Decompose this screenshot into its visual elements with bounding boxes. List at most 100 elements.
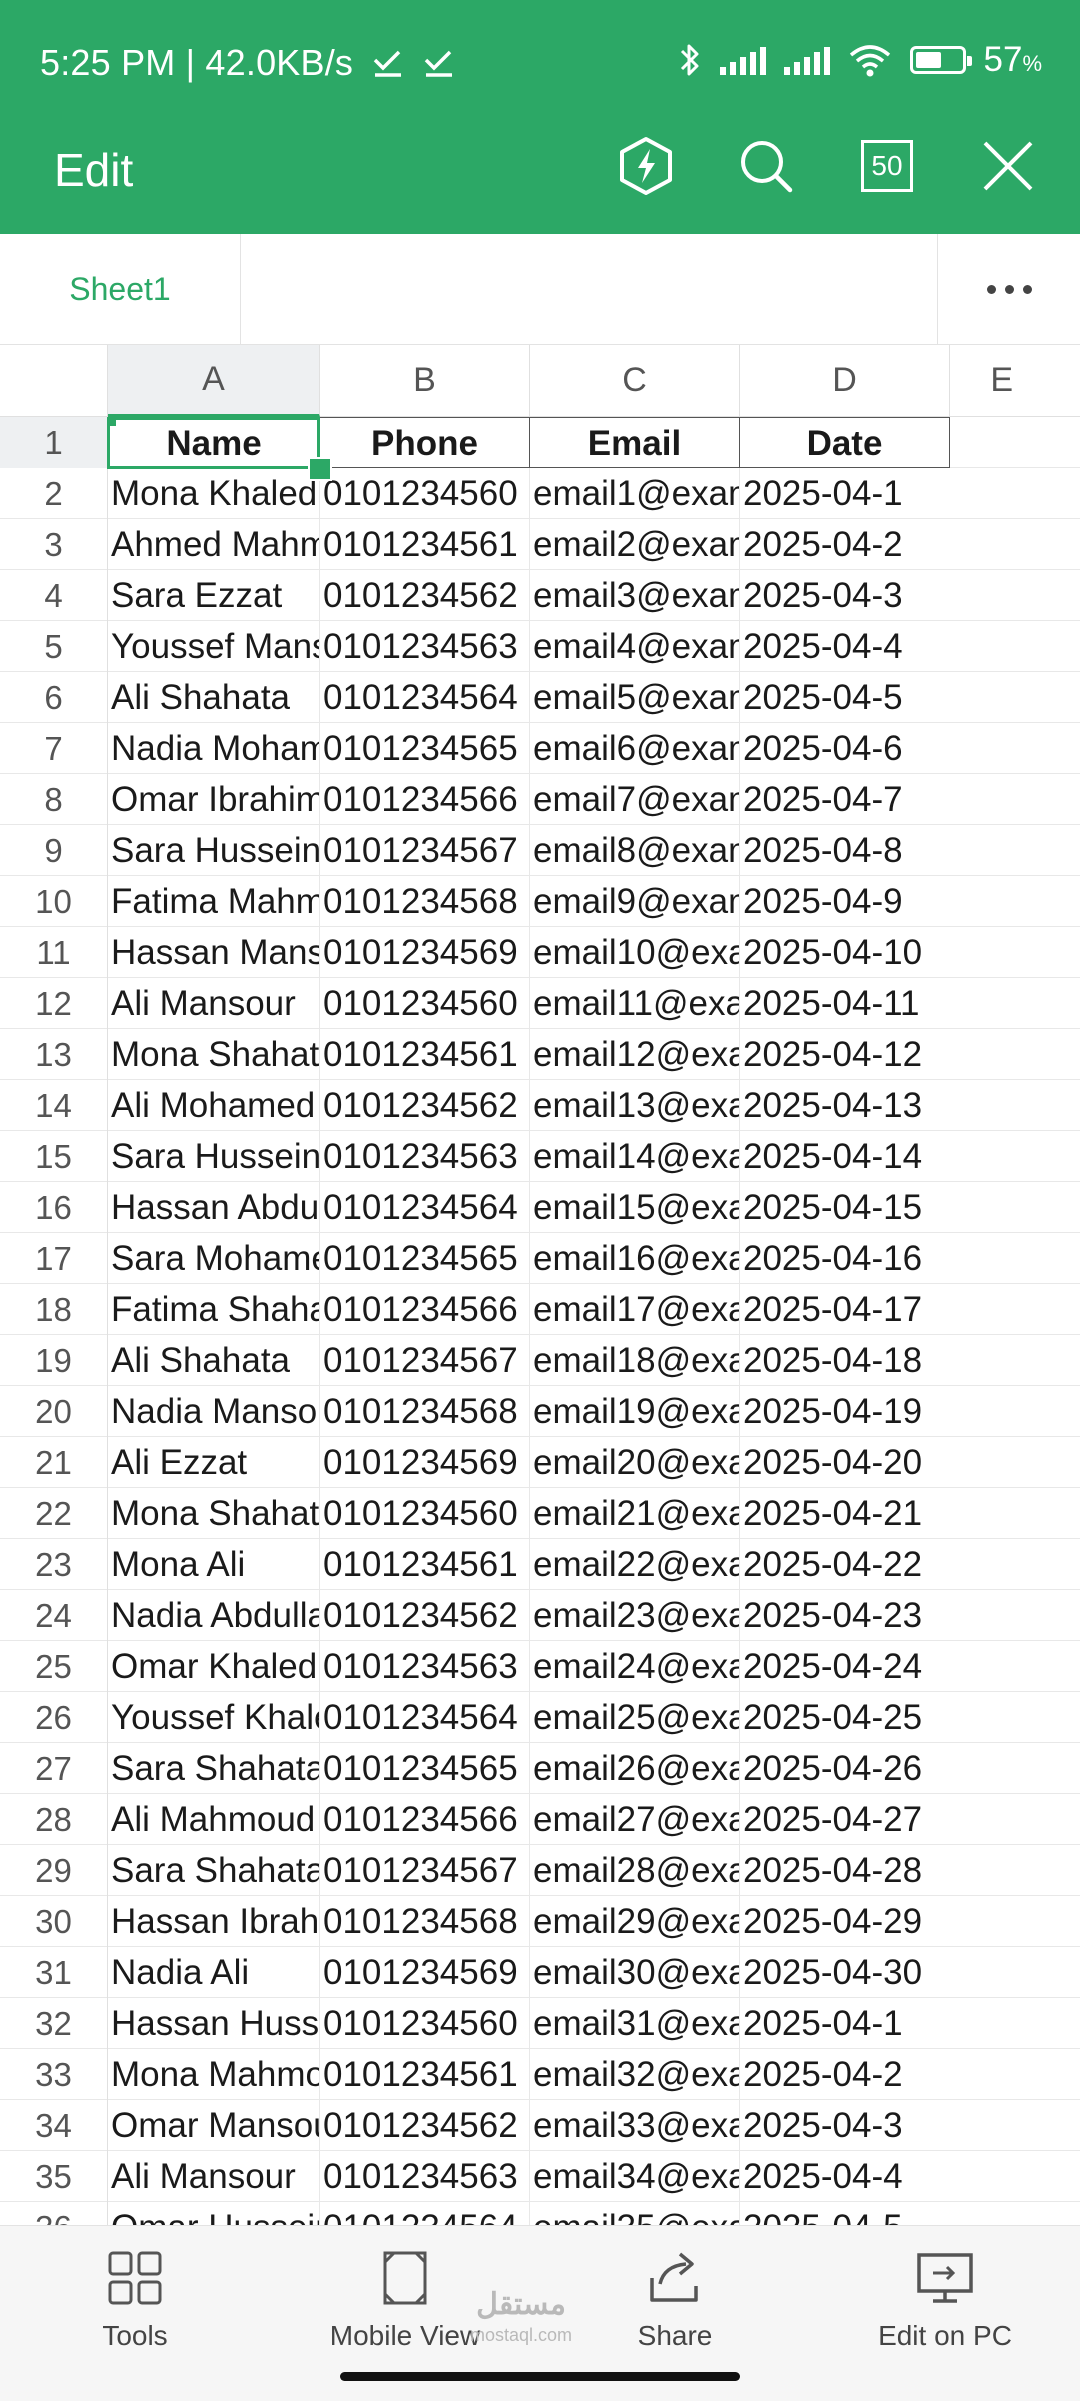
cell-name[interactable]: Omar Ibrahim [108,774,320,825]
row-number[interactable]: 24 [0,1590,108,1641]
header-cell-date[interactable]: Date [740,417,950,468]
row-number[interactable]: 21 [0,1437,108,1488]
cell-phone[interactable]: 0101234564 [320,1692,530,1743]
cell-name[interactable]: Mona Shahata [108,1029,320,1080]
cell-date[interactable]: 2025-04-13 [740,1080,950,1131]
header-cell-phone[interactable]: Phone [320,417,530,468]
cell-name[interactable]: Youssef Mansour [108,621,320,672]
spreadsheet-grid[interactable]: A B C D E 1 Name Phone Email Date 2 Mona … [0,345,1080,2225]
home-indicator[interactable] [340,2372,740,2381]
cell-name[interactable]: Nadia Ali [108,1947,320,1998]
cell-email[interactable]: email33@example.com [530,2100,740,2151]
cell-name[interactable]: Fatima Shahata [108,1284,320,1335]
cell-date[interactable]: 2025-04-26 [740,1743,950,1794]
cell-name[interactable]: Ali Mahmoud [108,1794,320,1845]
cell-phone[interactable]: 0101234563 [320,1131,530,1182]
cell-date[interactable]: 2025-04-7 [740,774,950,825]
cell-email[interactable]: email34@example.com [530,2151,740,2202]
cell-date[interactable]: 2025-04-30 [740,1947,950,1998]
cell-phone[interactable]: 0101234567 [320,1335,530,1386]
cell-name[interactable]: Ali Mohamed [108,1080,320,1131]
row-number[interactable]: 26 [0,1692,108,1743]
row-number[interactable]: 10 [0,876,108,927]
cell-date[interactable]: 2025-04-22 [740,1539,950,1590]
more-options-icon[interactable] [937,234,1080,344]
share-button[interactable]: Share [565,2246,785,2356]
cell-email[interactable]: email27@example.com [530,1794,740,1845]
cell-phone[interactable]: 0101234561 [320,1029,530,1080]
cell-name[interactable]: Hassan Abdullah [108,1182,320,1233]
cell-name[interactable]: Youssef Khaled [108,1692,320,1743]
cell-name[interactable]: Ahmed Mahmoud [108,519,320,570]
cell-email[interactable]: email32@example.com [530,2049,740,2100]
cell-phone[interactable]: 0101234563 [320,2151,530,2202]
search-icon[interactable] [730,130,802,202]
cell-phone[interactable]: 0101234569 [320,1947,530,1998]
cell-date[interactable]: 2025-04-18 [740,1335,950,1386]
row-number[interactable]: 7 [0,723,108,774]
cell-date[interactable]: 2025-04-12 [740,1029,950,1080]
row-number[interactable]: 35 [0,2151,108,2202]
header-cell-email[interactable]: Email [530,417,740,468]
row-number[interactable]: 20 [0,1386,108,1437]
cell-phone[interactable]: 0101234562 [320,1590,530,1641]
row-number[interactable]: 8 [0,774,108,825]
row-number[interactable]: 30 [0,1896,108,1947]
cell-name[interactable]: Omar Khaled [108,1641,320,1692]
cell-name[interactable]: Mona Khaled [108,468,320,519]
row-number[interactable]: 23 [0,1539,108,1590]
cell-phone[interactable]: 0101234565 [320,1743,530,1794]
row-number[interactable]: 32 [0,1998,108,2049]
cell-date[interactable]: 2025-04-5 [740,2202,950,2225]
cell-email[interactable]: email6@example.com [530,723,740,774]
cell-email[interactable]: email23@example.com [530,1590,740,1641]
cell-email[interactable]: email17@example.com [530,1284,740,1335]
row-number[interactable]: 5 [0,621,108,672]
cell-email[interactable]: email22@example.com [530,1539,740,1590]
row-number[interactable]: 17 [0,1233,108,1284]
edit-on-pc-button[interactable]: Edit on PC [835,2246,1055,2356]
cell-phone[interactable]: 0101234565 [320,723,530,774]
cell-name[interactable]: Ali Shahata [108,1335,320,1386]
row-number[interactable]: 25 [0,1641,108,1692]
cell-name[interactable]: Nadia Abdullah [108,1590,320,1641]
cell-phone[interactable]: 0101234560 [320,468,530,519]
cell-email[interactable]: email18@example.com [530,1335,740,1386]
cell-email[interactable]: email14@example.com [530,1131,740,1182]
cell-phone[interactable]: 0101234566 [320,1794,530,1845]
cell-email[interactable]: email29@example.com [530,1896,740,1947]
selection-fill-handle[interactable] [308,457,332,481]
cell-date[interactable]: 2025-04-15 [740,1182,950,1233]
row-number[interactable]: 6 [0,672,108,723]
row-number[interactable]: 14 [0,1080,108,1131]
cell-phone[interactable]: 0101234561 [320,2049,530,2100]
cell-phone[interactable]: 0101234564 [320,672,530,723]
cell-phone[interactable]: 0101234567 [320,1845,530,1896]
cell-date[interactable]: 2025-04-24 [740,1641,950,1692]
cell-email[interactable]: email31@example.com [530,1998,740,2049]
cell-email[interactable]: email25@example.com [530,1692,740,1743]
cell-name[interactable]: Sara Hussein [108,1131,320,1182]
cell-date[interactable]: 2025-04-19 [740,1386,950,1437]
cell-email[interactable]: email2@example.com [530,519,740,570]
header-cell-name[interactable]: Name [108,417,320,468]
cell-date[interactable]: 2025-04-21 [740,1488,950,1539]
lightning-badge-icon[interactable] [610,130,682,202]
cell-email[interactable]: email20@example.com [530,1437,740,1488]
cell-email[interactable]: email21@example.com [530,1488,740,1539]
cell-date[interactable]: 2025-04-10 [740,927,950,978]
cell-email[interactable]: email5@example.com [530,672,740,723]
cell-phone[interactable]: 0101234560 [320,978,530,1029]
cell-date[interactable]: 2025-04-8 [740,825,950,876]
close-icon[interactable] [972,130,1044,202]
column-header-b[interactable]: B [320,345,530,417]
row-number[interactable]: 19 [0,1335,108,1386]
cell-name[interactable]: Sara Mohamed [108,1233,320,1284]
cell-name[interactable]: Mona Ali [108,1539,320,1590]
cell-email[interactable]: email12@example.com [530,1029,740,1080]
row-number[interactable]: 11 [0,927,108,978]
cell-name[interactable]: Sara Shahata [108,1845,320,1896]
cell-phone[interactable]: 0101234563 [320,621,530,672]
cell-phone[interactable]: 0101234567 [320,825,530,876]
cell-name[interactable]: Hassan Mansour [108,927,320,978]
